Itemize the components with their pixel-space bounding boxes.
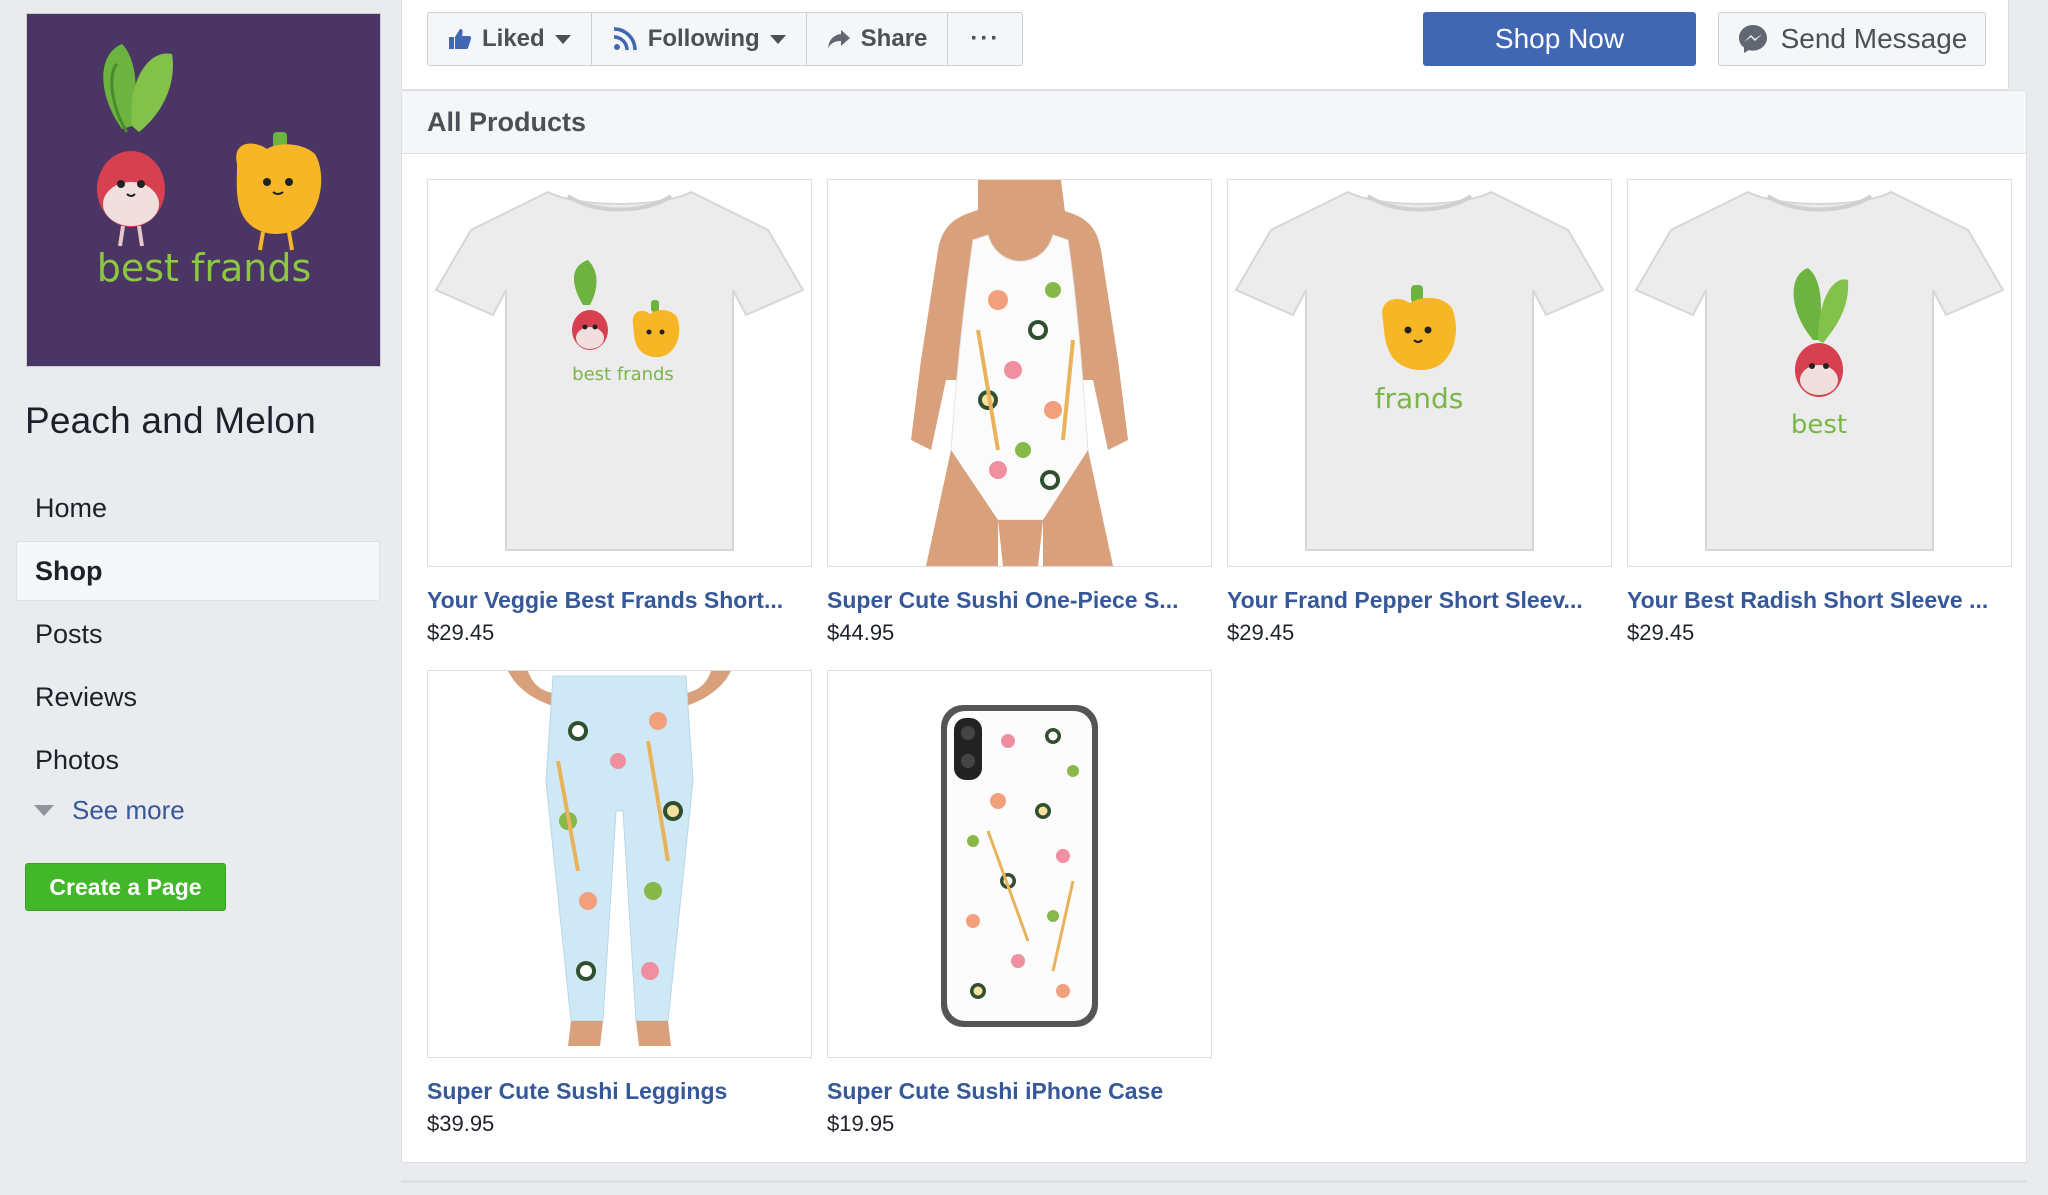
section-header: All Products: [402, 91, 2026, 154]
product-card[interactable]: Super Cute Sushi iPhone Case $19.95: [827, 670, 1212, 1137]
product-card[interactable]: best frands Your Veggie Best Frands Shor…: [427, 179, 812, 646]
product-price: $29.45: [427, 620, 495, 645]
nav-item-photos[interactable]: Photos: [16, 730, 380, 790]
send-message-button[interactable]: Send Message: [1718, 12, 1986, 66]
product-image-sushi-swimsuit[interactable]: [827, 179, 1212, 567]
product-price: $29.45: [1627, 620, 1695, 645]
shop-now-button[interactable]: Shop Now: [1423, 12, 1696, 66]
product-image-sushi-leggings[interactable]: [427, 670, 812, 1058]
products-panel: All Products best frands Your Veggie Bes…: [401, 90, 2027, 1163]
following-button[interactable]: Following: [592, 13, 807, 65]
nav-item-label: Photos: [35, 744, 120, 775]
nav-item-label: Reviews: [35, 681, 138, 712]
messenger-icon: [1738, 25, 1767, 53]
svg-text:frands: frands: [1375, 382, 1464, 415]
nav-item-reviews[interactable]: Reviews: [16, 667, 380, 727]
send-message-label: Send Message: [1780, 23, 1968, 54]
product-card[interactable]: frands Your Frand Pepper Short Sleev... …: [1227, 179, 1612, 646]
product-title[interactable]: Super Cute Sushi Leggings: [427, 1078, 812, 1105]
product-title[interactable]: Your Frand Pepper Short Sleev...: [1227, 587, 1612, 614]
left-column: best frands Peach and Melon Home Shop Po…: [0, 0, 400, 1195]
product-title[interactable]: Your Veggie Best Frands Short...: [427, 587, 812, 614]
product-title[interactable]: Your Best Radish Short Sleeve ...: [1627, 587, 2012, 614]
action-button-group: Liked Following Share ···: [427, 12, 1024, 66]
share-arrow-icon: [827, 30, 850, 48]
product-image-tshirt-radish[interactable]: best: [1627, 179, 2012, 567]
rss-feed-icon: [613, 27, 637, 51]
section-title: All Products: [427, 106, 587, 137]
product-card[interactable]: Super Cute Sushi One-Piece S... $44.95: [827, 179, 1212, 646]
product-image-tshirt-pepper[interactable]: frands: [1227, 179, 1612, 567]
see-more-label: See more: [72, 795, 185, 825]
svg-text:best: best: [1791, 410, 1847, 440]
nav-item-posts[interactable]: Posts: [16, 604, 380, 664]
product-price: $39.95: [427, 1111, 495, 1136]
product-card[interactable]: best Your Best Radish Short Sleeve ... $…: [1627, 179, 2012, 646]
liked-button[interactable]: Liked: [428, 13, 592, 65]
nav-item-label: Home: [35, 492, 108, 523]
share-button[interactable]: Share: [807, 13, 949, 65]
more-options-button[interactable]: ···: [948, 13, 1022, 65]
thumbs-up-icon: [449, 29, 472, 49]
product-image-sushi-phone-case[interactable]: [827, 670, 1212, 1058]
liked-label: Liked: [482, 25, 545, 52]
nav-item-label: Posts: [35, 618, 103, 649]
divider: [401, 1180, 2027, 1183]
product-grid: best frands Your Veggie Best Frands Shor…: [427, 179, 2017, 1137]
nav-item-label: Shop: [35, 555, 103, 586]
page-title[interactable]: Peach and Melon: [25, 400, 316, 442]
product-title[interactable]: Super Cute Sushi One-Piece S...: [827, 587, 1212, 614]
caret-down-icon: [769, 34, 786, 44]
triangle-down-icon: [34, 805, 54, 816]
profile-picture[interactable]: best frands: [26, 13, 381, 367]
product-price: $44.95: [827, 620, 895, 645]
page-nav: Home Shop Posts Reviews Photos: [16, 478, 380, 793]
following-label: Following: [647, 25, 760, 52]
nav-item-shop[interactable]: Shop: [16, 541, 380, 601]
product-price: $29.45: [1227, 620, 1295, 645]
caret-down-icon: [554, 34, 571, 44]
create-page-button[interactable]: Create a Page: [25, 863, 226, 911]
product-card[interactable]: Super Cute Sushi Leggings $39.95: [427, 670, 812, 1137]
product-price: $19.95: [827, 1111, 895, 1136]
product-title[interactable]: Super Cute Sushi iPhone Case: [827, 1078, 1212, 1105]
product-image-tshirt-best-frands[interactable]: best frands: [427, 179, 812, 567]
page-action-bar: Liked Following Share ··· Shop Now Send …: [401, 0, 2009, 90]
svg-text:best frands: best frands: [572, 364, 674, 385]
nav-item-home[interactable]: Home: [16, 478, 380, 538]
share-label: Share: [860, 25, 928, 52]
svg-text:best frands: best frands: [97, 246, 312, 290]
see-more-link[interactable]: See more: [34, 795, 185, 826]
